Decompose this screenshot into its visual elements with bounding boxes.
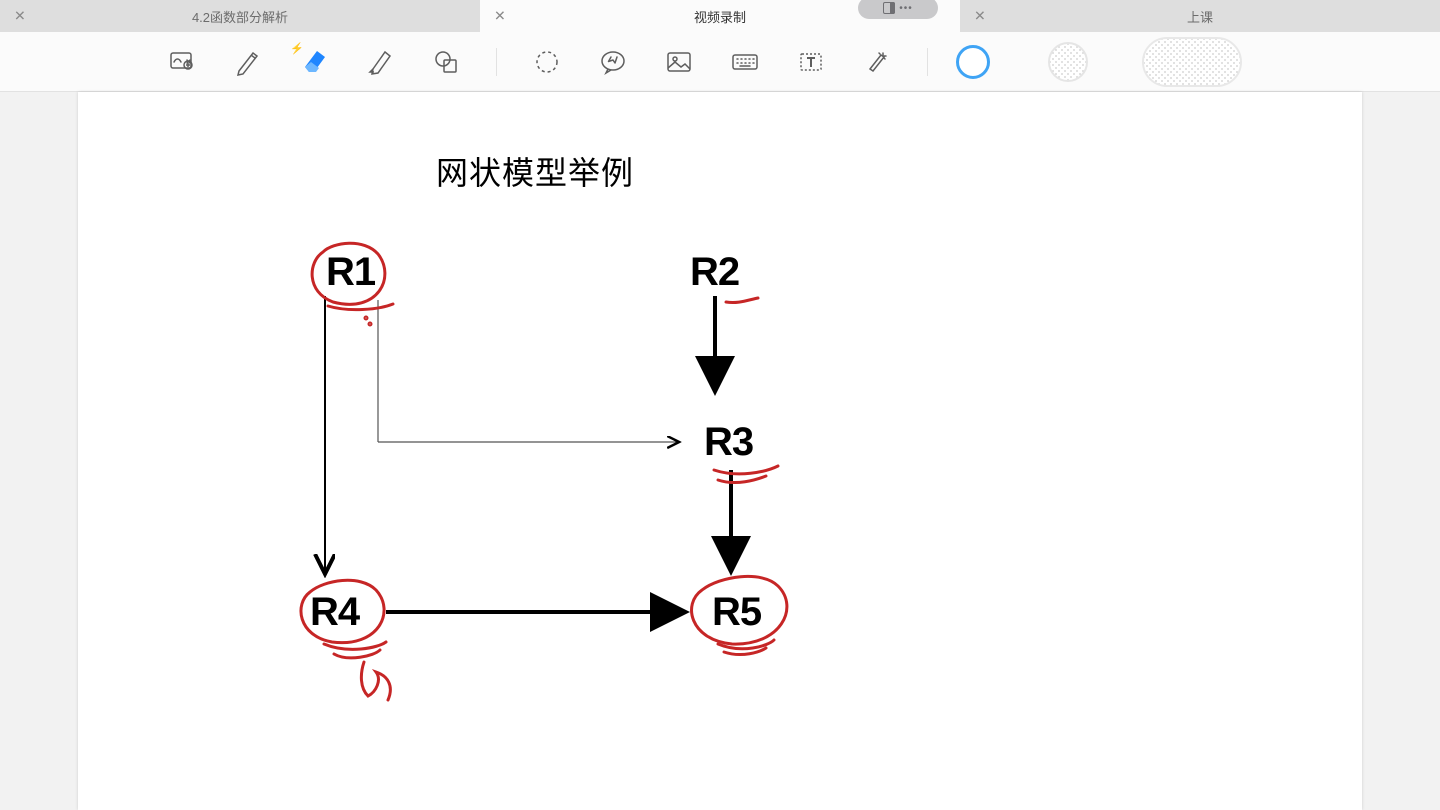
color-swatch-pill[interactable] bbox=[1142, 37, 1242, 87]
text-icon[interactable] bbox=[789, 40, 833, 84]
close-icon[interactable]: ✕ bbox=[14, 8, 26, 25]
zoom-drawing-icon[interactable] bbox=[160, 40, 204, 84]
tab-class[interactable]: ✕ 上课 bbox=[960, 0, 1440, 32]
diagram-title: 网状模型举例 bbox=[436, 148, 634, 194]
canvas-stage: 网状模型举例 R1 R2 R3 R4 R5 bbox=[0, 92, 1440, 810]
tab-functions[interactable]: ✕ 4.2函数部分解析 bbox=[0, 0, 480, 32]
tab-bar: ✕ 4.2函数部分解析 ✕ 视频录制 ••• ✕ 上课 bbox=[0, 0, 1440, 32]
tab-label: 视频录制 bbox=[694, 7, 746, 26]
bluetooth-icon: ⚡ bbox=[290, 42, 304, 55]
highlighter-icon[interactable] bbox=[358, 40, 402, 84]
eraser-icon[interactable]: ⚡ bbox=[292, 40, 336, 84]
node-r3: R3 bbox=[704, 420, 753, 465]
color-swatch-accent[interactable] bbox=[956, 45, 990, 79]
divider bbox=[927, 48, 928, 76]
close-icon[interactable]: ✕ bbox=[494, 8, 506, 25]
ellipsis-icon: ••• bbox=[899, 3, 913, 14]
lasso-icon[interactable] bbox=[525, 40, 569, 84]
laser-icon[interactable] bbox=[855, 40, 899, 84]
pen-icon[interactable] bbox=[226, 40, 270, 84]
tab-label: 上课 bbox=[1187, 7, 1213, 26]
keyboard-icon[interactable] bbox=[723, 40, 767, 84]
node-r4: R4 bbox=[310, 590, 359, 635]
node-r5: R5 bbox=[712, 590, 761, 635]
close-icon[interactable]: ✕ bbox=[974, 8, 986, 25]
canvas[interactable]: 网状模型举例 R1 R2 R3 R4 R5 bbox=[78, 92, 1362, 810]
node-r1: R1 bbox=[326, 250, 375, 295]
toolbar: ⚡ bbox=[0, 32, 1440, 92]
node-r2: R2 bbox=[690, 250, 739, 295]
shapes-icon[interactable] bbox=[424, 40, 468, 84]
tab-recording[interactable]: ✕ 视频录制 ••• bbox=[480, 0, 960, 32]
split-view-button[interactable]: ••• bbox=[858, 0, 938, 19]
split-icon bbox=[883, 2, 895, 14]
divider bbox=[496, 48, 497, 76]
tab-label: 4.2函数部分解析 bbox=[192, 7, 288, 26]
sticker-icon[interactable] bbox=[591, 40, 635, 84]
color-swatch-transparent[interactable] bbox=[1048, 42, 1088, 82]
image-icon[interactable] bbox=[657, 40, 701, 84]
